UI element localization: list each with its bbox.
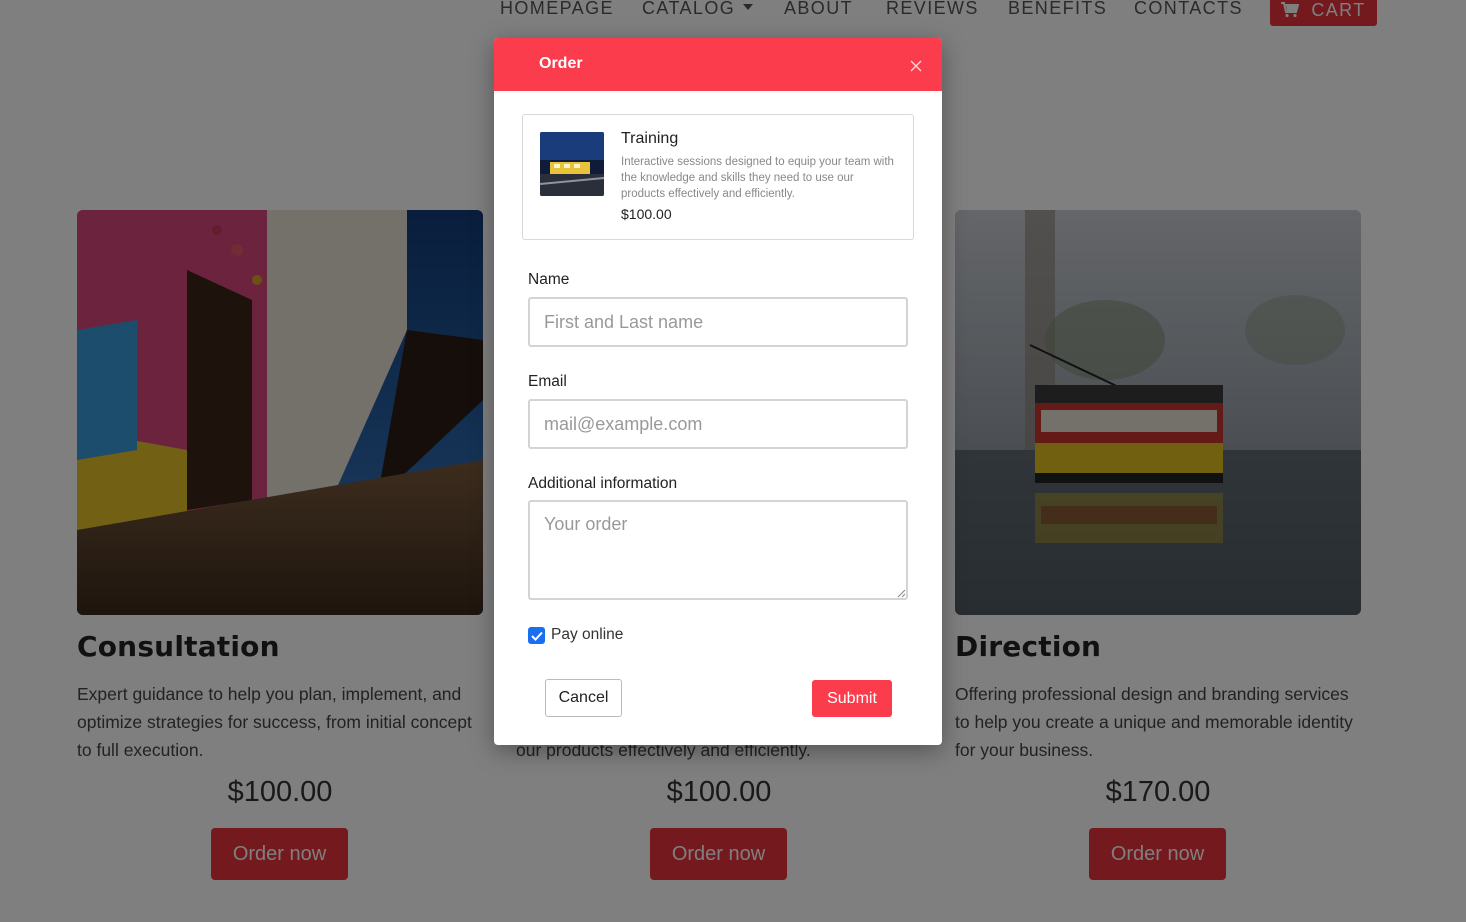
order-modal: Order Training Interactive sessions desi…: [494, 38, 942, 745]
email-input[interactable]: [528, 399, 908, 449]
product-summary: Training Interactive sessions designed t…: [522, 114, 914, 240]
resize-handle-icon[interactable]: [894, 586, 906, 598]
product-description: Interactive sessions designed to equip y…: [621, 156, 894, 200]
name-input[interactable]: [528, 297, 908, 347]
modal-header: Order: [494, 38, 942, 91]
submit-button[interactable]: Submit: [812, 680, 892, 717]
additional-info-label: Additional information: [528, 475, 678, 492]
pay-online-label[interactable]: Pay online: [551, 626, 623, 644]
email-label: Email: [528, 373, 567, 390]
name-label: Name: [528, 271, 570, 288]
cancel-button[interactable]: Cancel: [545, 679, 622, 717]
pay-online-checkbox[interactable]: [528, 627, 545, 644]
close-icon[interactable]: [906, 56, 926, 76]
product-price: $100.00: [621, 206, 672, 222]
modal-title: Order: [539, 55, 583, 72]
product-name: Training: [621, 130, 679, 147]
product-thumbnail: [540, 132, 604, 196]
additional-info-textarea[interactable]: [528, 500, 908, 600]
checkmark-icon: [530, 631, 543, 641]
